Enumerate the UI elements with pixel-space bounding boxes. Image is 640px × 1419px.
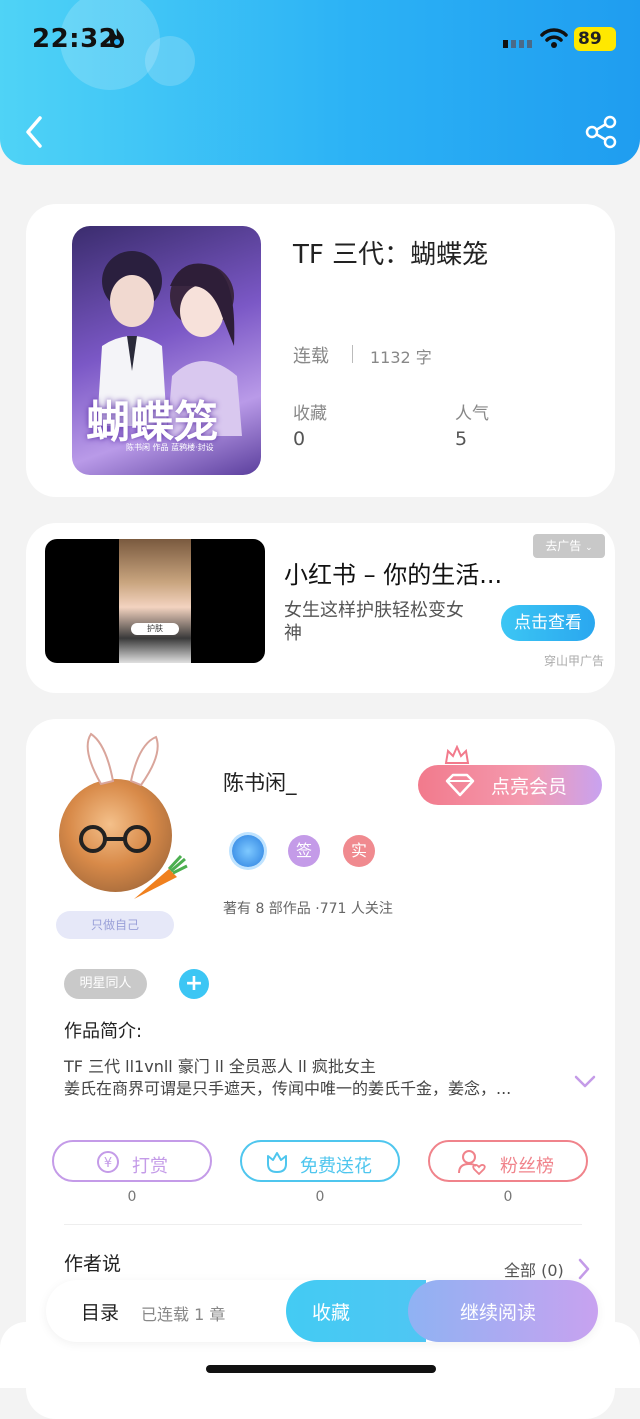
- avatar[interactable]: [59, 732, 188, 899]
- flower-count: 0: [315, 1189, 325, 1205]
- avatar-tag: 只做自己: [56, 911, 174, 939]
- divider: [64, 1224, 582, 1225]
- ad-card[interactable]: 护肤 小红书 – 你的生活... 女生这样护肤轻松变女神 点击查看 去广告 ⌄ …: [26, 523, 615, 693]
- medal-icon[interactable]: [232, 835, 264, 867]
- share-icon[interactable]: [584, 115, 618, 149]
- bottom-action-bar: 目录 已连载 1 章 收藏 继续阅读: [46, 1280, 598, 1342]
- author-says-heading: 作者说: [64, 1253, 122, 1275]
- favorites-label: 收藏: [293, 404, 327, 424]
- favorite-label: 收藏: [312, 1302, 351, 1324]
- favorites-value: 0: [293, 428, 306, 450]
- intro-line: 姜氏在商界可谓是只手遮天，传闻中唯一的姜氏千金，姜念，...: [64, 1079, 512, 1098]
- book-cover[interactable]: 蝴蝶笼 陈书闲 作品 蓝鸦楼·封设: [72, 226, 261, 475]
- ad-thumb-label: 护肤: [131, 623, 179, 635]
- cover-big-title: 蝴蝶笼: [86, 397, 218, 448]
- intro-line: TF 三代 ll1vnll 豪门 ll 全员恶人 ll 疯批女主: [64, 1057, 376, 1076]
- ad-title: 小红书 – 你的生活...: [284, 561, 503, 589]
- all-comments-label: 全部 (0): [504, 1261, 564, 1280]
- carrot-icon: [134, 854, 188, 899]
- fan-ranking-label: 粉丝榜: [500, 1156, 554, 1177]
- vip-button[interactable]: 点亮会员: [418, 765, 602, 805]
- ad-source: 穿山甲广告: [544, 654, 605, 668]
- send-flower-button[interactable]: 免费送花: [240, 1140, 400, 1182]
- book-title: TF 三代：蝴蝶笼: [293, 240, 489, 270]
- toc-button[interactable]: 目录: [81, 1298, 119, 1325]
- battery-level: 89: [578, 29, 602, 49]
- user-heart-icon: [458, 1150, 486, 1175]
- ad-view-button[interactable]: 点击查看: [501, 605, 595, 641]
- diamond-icon: [445, 773, 475, 797]
- serial-status: 连载: [293, 346, 329, 367]
- status-time: 22:32: [32, 24, 118, 54]
- divider: [352, 345, 353, 363]
- author-stats: 著有 8 部作品 ·771 人关注: [223, 901, 393, 917]
- ad-thumbnail: 护肤: [119, 539, 191, 663]
- chevron-right-icon[interactable]: [577, 1258, 591, 1280]
- flower-icon: [267, 1152, 287, 1173]
- favorite-button[interactable]: 收藏: [286, 1280, 426, 1342]
- reward-count: 0: [127, 1189, 137, 1205]
- chevron-down-icon[interactable]: [574, 1075, 596, 1089]
- send-flower-label: 免费送花: [300, 1156, 372, 1177]
- battery-indicator: 89: [574, 27, 616, 51]
- flame-icon: [110, 28, 124, 48]
- reward-label: 打赏: [132, 1156, 168, 1177]
- continue-reading-label: 继续阅读: [460, 1302, 537, 1324]
- ad-description: 女生这样护肤轻松变女神: [284, 600, 464, 644]
- continue-reading-button[interactable]: 继续阅读: [408, 1280, 598, 1342]
- ad-video[interactable]: 护肤: [45, 539, 265, 663]
- back-icon[interactable]: [24, 115, 44, 149]
- vip-label: 点亮会员: [491, 776, 568, 798]
- crown-icon: [444, 745, 470, 764]
- popularity-label: 人气: [455, 404, 489, 424]
- glasses-icon: [79, 825, 151, 853]
- top-header: 22:32 89: [0, 0, 640, 165]
- remove-ad-button[interactable]: 去广告 ⌄: [533, 534, 605, 558]
- word-count: 1132 字: [370, 348, 432, 367]
- reward-button[interactable]: ¥ 打赏: [52, 1140, 212, 1182]
- decor-bubble: [145, 36, 195, 86]
- chapter-status: 已连载 1 章: [141, 1305, 226, 1324]
- remove-ad-label: 去广告: [545, 539, 582, 553]
- yen-icon: ¥: [97, 1151, 119, 1173]
- wifi-icon: [540, 28, 568, 48]
- cover-credit: 陈书闲 作品 蓝鸦楼·封设: [126, 443, 214, 452]
- add-tag-button[interactable]: +: [179, 969, 209, 999]
- popularity-value: 5: [455, 428, 468, 450]
- fan-ranking-button[interactable]: 粉丝榜: [428, 1140, 588, 1182]
- book-info-card: 蝴蝶笼 陈书闲 作品 蓝鸦楼·封设 TF 三代：蝴蝶笼 连载 1132 字 收藏…: [26, 204, 615, 497]
- intro-heading: 作品简介:: [64, 1021, 143, 1042]
- home-indicator[interactable]: [206, 1365, 436, 1373]
- author-name[interactable]: 陈书闲_: [223, 767, 297, 797]
- fan-count: 0: [503, 1189, 513, 1205]
- signed-badge[interactable]: 签: [288, 835, 320, 867]
- verified-badge[interactable]: 实: [343, 835, 375, 867]
- category-tag[interactable]: 明星同人: [64, 969, 147, 999]
- all-comments-link[interactable]: 全部 (0): [504, 1257, 564, 1281]
- svg-text:¥: ¥: [104, 1156, 112, 1171]
- chevron-down-icon: ⌄: [585, 543, 593, 553]
- bunny-ears-icon: [86, 732, 159, 787]
- signal-icon: [503, 40, 532, 48]
